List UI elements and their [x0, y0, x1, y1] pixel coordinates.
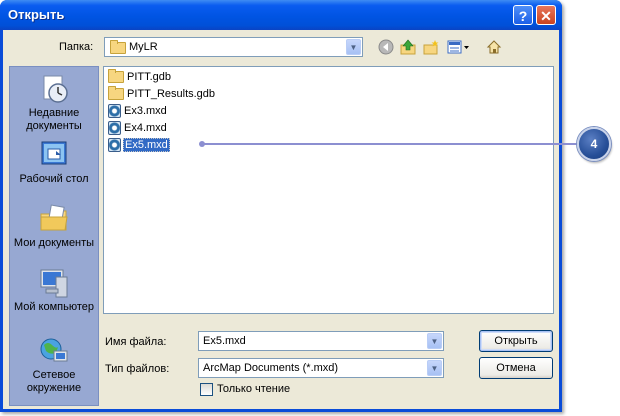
file-name: PITT_Results.gdb — [127, 88, 216, 100]
readonly-label: Только чтение — [217, 383, 291, 395]
list-item-file[interactable]: Ex4.mxd — [108, 120, 168, 136]
readonly-checkbox[interactable] — [200, 383, 213, 396]
place-recent[interactable]: Недавние документы — [10, 73, 98, 133]
my-computer-icon — [38, 267, 70, 299]
file-name: Ex5.mxd — [123, 138, 170, 152]
file-name: Ex4.mxd — [124, 122, 167, 134]
place-my-computer[interactable]: Мой компьютер — [10, 267, 98, 314]
title-bar[interactable]: Открыть ? ✕ — [0, 0, 562, 30]
place-label: Сетевое окружение — [26, 369, 82, 394]
list-item-folder[interactable]: PITT_Results.gdb — [108, 86, 216, 102]
recent-documents-icon — [38, 73, 70, 105]
callout-leader-line — [203, 143, 578, 145]
new-folder-icon[interactable] — [422, 39, 440, 57]
folder-icon — [108, 86, 124, 101]
folder-icon — [110, 40, 126, 54]
list-item-folder[interactable]: PITT.gdb — [108, 69, 172, 85]
filename-label: Имя файла: — [105, 336, 167, 348]
arcmap-document-icon — [108, 138, 121, 153]
views-menu-icon[interactable] — [446, 39, 472, 57]
network-places-icon — [38, 335, 70, 367]
lookin-label: Папка: — [59, 41, 94, 53]
place-label: Мои документы — [13, 237, 95, 249]
close-button[interactable]: ✕ — [536, 5, 556, 25]
help-button[interactable]: ? — [513, 5, 533, 25]
arcmap-document-icon — [108, 121, 121, 136]
file-name: PITT.gdb — [127, 71, 172, 83]
chevron-down-icon[interactable]: ▼ — [346, 39, 361, 55]
list-item-file-selected[interactable]: Ex5.mxd — [108, 137, 170, 153]
cancel-button[interactable]: Отмена — [479, 357, 553, 379]
places-bar: Недавние документы Рабочий стол Мои доку… — [9, 66, 99, 406]
open-button[interactable]: Открыть — [479, 330, 553, 352]
place-my-documents[interactable]: Мои документы — [10, 203, 98, 250]
arcmap-document-icon — [108, 104, 121, 119]
dialog-body: Папка: MyLR ▼ Недавние документы Рабочий… — [3, 30, 559, 409]
filename-input[interactable]: Ex5.mxd ▼ — [198, 331, 444, 351]
chevron-down-icon[interactable]: ▼ — [427, 333, 442, 349]
my-documents-icon — [38, 203, 70, 235]
file-name: Ex3.mxd — [124, 105, 167, 117]
up-folder-icon[interactable] — [399, 39, 417, 57]
filetype-select[interactable]: ArcMap Documents (*.mxd) ▼ — [198, 358, 444, 378]
filename-value: Ex5.mxd — [203, 335, 246, 347]
open-dialog: Открыть ? ✕ Папка: MyLR ▼ Недавние докум… — [0, 0, 562, 412]
place-desktop[interactable]: Рабочий стол — [10, 139, 98, 186]
lookin-value: MyLR — [129, 41, 158, 53]
window-title: Открыть — [8, 7, 65, 22]
chevron-down-icon[interactable]: ▼ — [427, 360, 442, 376]
place-label: Рабочий стол — [19, 173, 89, 185]
back-icon[interactable] — [377, 39, 395, 57]
list-item-file[interactable]: Ex3.mxd — [108, 103, 168, 119]
filetype-label: Тип файлов: — [105, 363, 170, 375]
folder-icon — [108, 69, 124, 84]
lookin-combo[interactable]: MyLR ▼ — [104, 37, 363, 57]
callout-number-badge: 4 — [577, 127, 611, 161]
place-label: Недавние документы — [26, 107, 82, 132]
filetype-value: ArcMap Documents (*.mxd) — [203, 362, 339, 374]
place-label: Мой компьютер — [13, 301, 95, 313]
place-network[interactable]: Сетевое окружение — [10, 335, 98, 395]
tools-icon[interactable] — [485, 39, 503, 57]
file-list[interactable]: PITT.gdb PITT_Results.gdb Ex3.mxd Ex4.mx… — [103, 66, 554, 314]
desktop-icon — [38, 139, 70, 171]
